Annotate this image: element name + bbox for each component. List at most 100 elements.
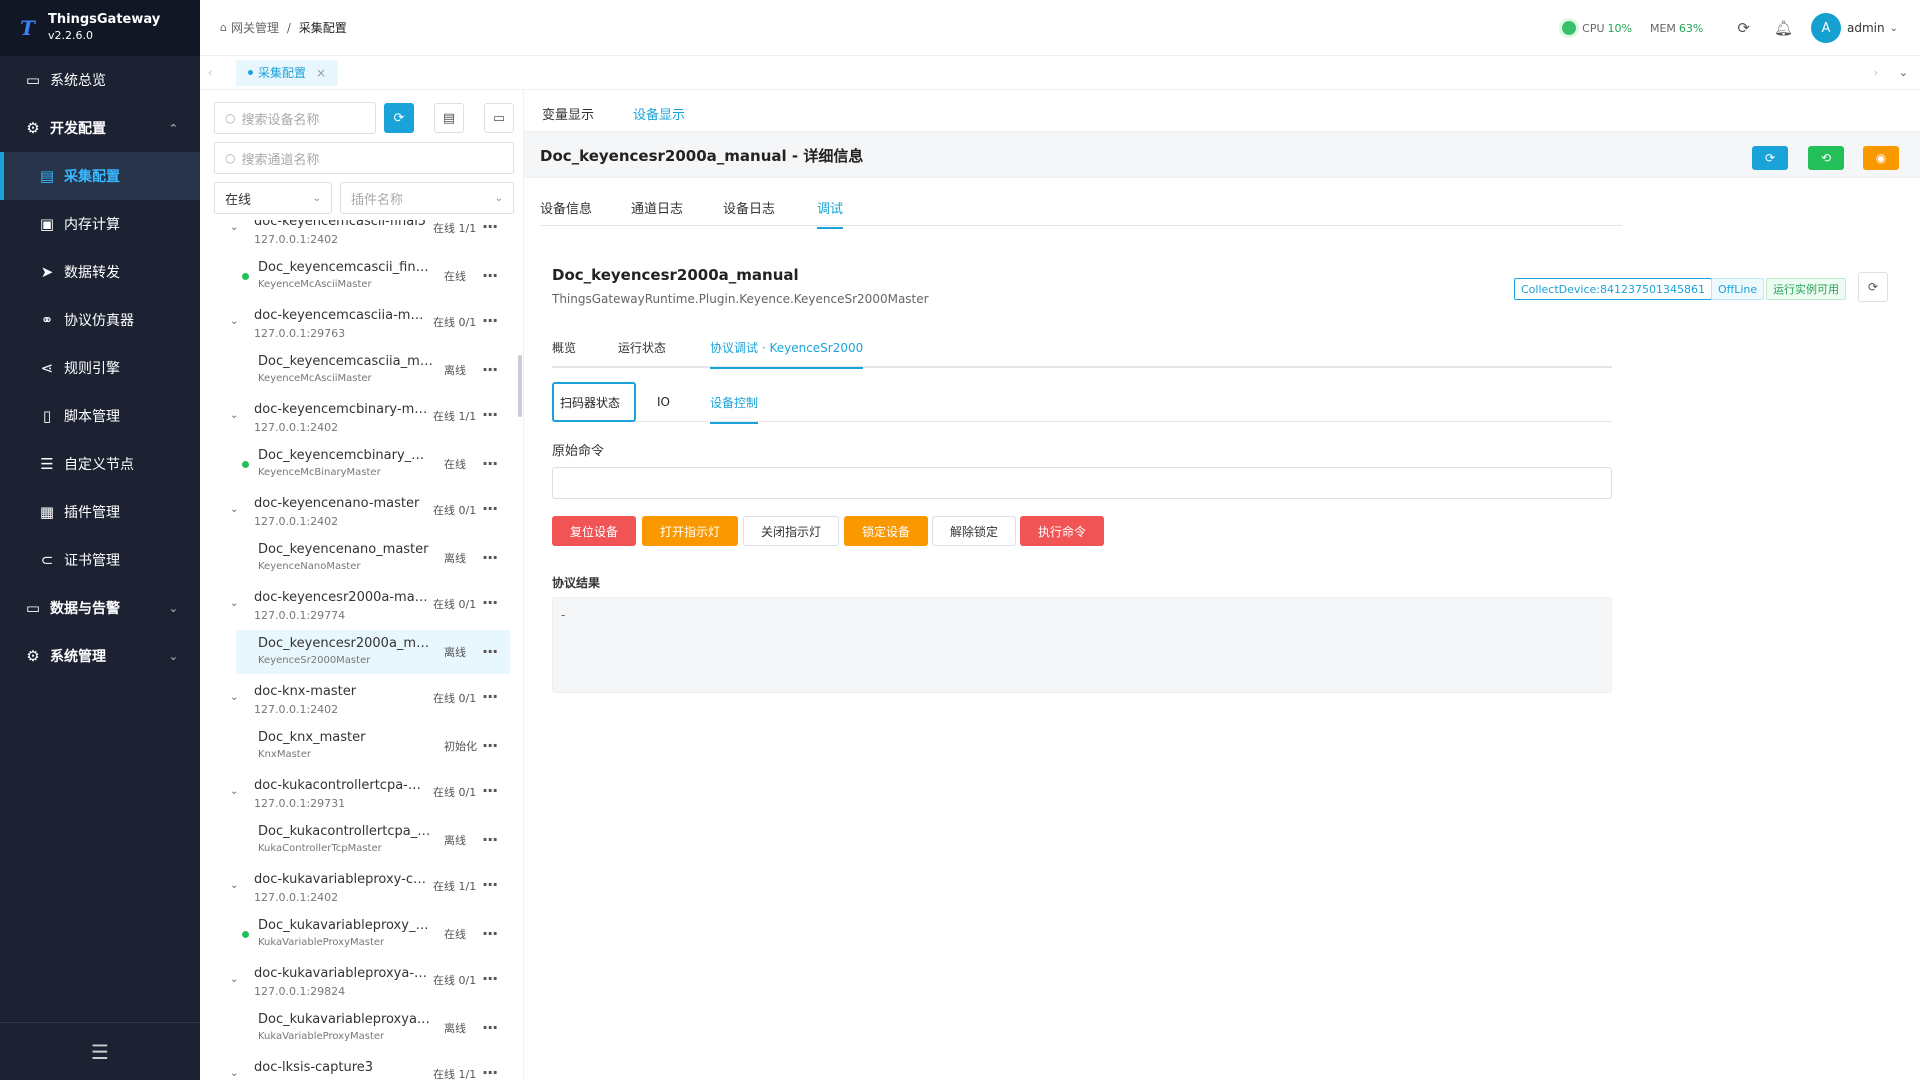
sidebar-item-12[interactable]: ⚙ 系统管理 ⌄ xyxy=(0,632,200,680)
sidebar-item-3[interactable]: ▣ 内存计算 xyxy=(0,200,200,248)
chevron-down-icon[interactable]: ⌄ xyxy=(230,222,238,233)
refresh-button[interactable]: ⟳ xyxy=(1752,146,1788,170)
more-icon[interactable]: ··· xyxy=(482,832,498,848)
more-icon[interactable]: ··· xyxy=(482,1065,498,1080)
chevron-down-icon[interactable]: ⌄ xyxy=(230,598,238,609)
light-on-button[interactable]: 打开指示灯 xyxy=(642,516,738,546)
tree-group[interactable]: ⌄ doc-keyencemcascii-final5 127.0.0.1:2402… xyxy=(200,220,514,254)
tab-device-control[interactable]: 设备控制 xyxy=(710,382,759,424)
sidebar-item-10[interactable]: ⊂ 证书管理 xyxy=(0,536,200,584)
tree-group[interactable]: ⌄ doc-kukacontrollertcpa-manual 127.0.0.1:… xyxy=(200,778,514,818)
more-icon[interactable]: ··· xyxy=(482,501,498,517)
sidebar-item-9[interactable]: ▦ 插件管理 xyxy=(0,488,200,536)
chevron-down-icon[interactable]: ⌄ xyxy=(230,786,238,797)
tab-device-log[interactable]: 设备日志 xyxy=(723,198,775,217)
chevron-down-icon[interactable]: ⌄ xyxy=(1890,23,1898,34)
chevron-down-icon[interactable]: ⌄ xyxy=(230,1068,238,1079)
more-icon[interactable]: ··· xyxy=(482,268,498,284)
search-device-input[interactable]: ○ 搜索设备名称 xyxy=(214,102,376,134)
light-off-button[interactable]: 关闭指示灯 xyxy=(743,516,839,546)
pause-button[interactable]: ◉ xyxy=(1863,146,1899,170)
tree-device[interactable]: Doc_keyencesr2000a_manual KeyenceSr2000Ma… xyxy=(236,630,510,674)
more-icon[interactable]: ··· xyxy=(482,644,498,660)
tree-scrollbar[interactable] xyxy=(518,355,522,417)
tree-device[interactable]: Doc_kukavariableproxy_capture KukaVariabl… xyxy=(200,912,514,956)
chevron-down-icon[interactable]: ⌄ xyxy=(230,316,238,327)
chevron-down-icon[interactable]: ⌄ xyxy=(230,880,238,891)
chevron-down-icon[interactable]: ⌄ xyxy=(230,974,238,985)
page-tab-active[interactable]: 采集配置 × xyxy=(236,59,339,86)
collapse-menu-icon[interactable]: ☰ xyxy=(0,1022,200,1080)
tree-group[interactable]: ⌄ doc-lksis-capture3 在线 1/1 ··· xyxy=(200,1060,514,1080)
more-icon[interactable]: ··· xyxy=(482,689,498,705)
tab-overview[interactable]: 概览 xyxy=(552,339,576,356)
refresh-device-button[interactable]: ⟳ xyxy=(1858,272,1888,302)
tree-group[interactable]: ⌄ doc-keyencemcbinary-master 127.0.0.1:240… xyxy=(200,402,514,442)
tree-group[interactable]: ⌄ doc-keyencenano-master 127.0.0.1:2402 在线 … xyxy=(200,496,514,536)
more-icon[interactable]: ··· xyxy=(482,456,498,472)
more-icon[interactable]: ··· xyxy=(482,362,498,378)
tree-group[interactable]: ⌄ doc-keyencesr2000a-manual 127.0.0.1:2977… xyxy=(200,590,514,630)
tree-device[interactable]: Doc_keyencemcbinary_master KeyenceMcBinar… xyxy=(200,442,514,486)
chevron-down-icon[interactable]: ⌄ xyxy=(230,504,238,515)
monitor-button[interactable]: ▭ xyxy=(484,103,514,133)
tab-scanner-status[interactable]: 扫码器状态 xyxy=(552,382,636,422)
refresh-icon[interactable]: ⟳ xyxy=(1737,19,1750,37)
plugin-select[interactable]: 插件名称 ⌄ xyxy=(340,182,514,214)
lock-device-button[interactable]: 锁定设备 xyxy=(844,516,928,546)
tab-scroll-left-icon[interactable]: ‹ xyxy=(208,66,212,79)
brand[interactable]: T ThingsGateway v2.2.6.0 xyxy=(0,0,200,56)
more-icon[interactable]: ··· xyxy=(482,407,498,423)
breadcrumb-home[interactable]: 网关管理 xyxy=(231,21,279,35)
search-channel-input[interactable]: ○ 搜索通道名称 xyxy=(214,142,514,174)
more-icon[interactable]: ··· xyxy=(482,313,498,329)
tab-debug[interactable]: 调试 xyxy=(817,198,844,229)
tab-io[interactable]: IO xyxy=(657,382,670,422)
tree-device[interactable]: Doc_keyencemcascii_final5 KeyenceMcAsciiM… xyxy=(200,254,514,298)
status-select[interactable]: 在线 ⌄ xyxy=(214,182,332,214)
more-icon[interactable]: ··· xyxy=(482,877,498,893)
tab-device-info[interactable]: 设备信息 xyxy=(540,198,592,217)
bell-icon[interactable]: 🔔︎ xyxy=(1774,19,1793,37)
tab-channel-log[interactable]: 通道日志 xyxy=(631,198,683,217)
tree-device[interactable]: Doc_kukavariableproxya_manual KukaVariabl… xyxy=(200,1006,514,1050)
avatar[interactable]: A xyxy=(1811,13,1841,43)
tree-group[interactable]: ⌄ doc-knx-master 127.0.0.1:2402 在线 0/1 ··· xyxy=(200,684,514,724)
chevron-down-icon[interactable]: ⌄ xyxy=(230,410,238,421)
raw-command-input[interactable] xyxy=(552,467,1612,499)
more-icon[interactable]: ··· xyxy=(482,738,498,754)
sidebar-item-6[interactable]: ⋖ 规则引擎 xyxy=(0,344,200,392)
tab-runtime-status[interactable]: 运行状态 xyxy=(618,339,666,356)
tab-variables[interactable]: 变量显示 xyxy=(542,104,594,123)
export-button[interactable]: ▤ xyxy=(434,103,464,133)
sidebar-item-5[interactable]: ⚭ 协议仿真器 xyxy=(0,296,200,344)
close-icon[interactable]: × xyxy=(316,66,326,80)
chevron-down-icon[interactable]: ⌄ xyxy=(230,692,238,703)
tab-menu-chevron-icon[interactable]: ⌄ xyxy=(1899,66,1908,79)
refresh-tree-button[interactable]: ⟳ xyxy=(384,103,414,133)
tree-device[interactable]: Doc_kukacontrollertcpa_manual KukaControl… xyxy=(200,818,514,862)
execute-command-button[interactable]: 执行命令 xyxy=(1020,516,1104,546)
user-name[interactable]: admin xyxy=(1847,21,1885,35)
tree-group[interactable]: ⌄ doc-kukavariableproxya-manual 127.0.0.1:… xyxy=(200,966,514,1006)
more-icon[interactable]: ··· xyxy=(482,220,498,235)
sidebar-item-1[interactable]: ⚙ 开发配置 ⌃ xyxy=(0,104,200,152)
tree-device[interactable]: Doc_keyencemcasciia_manual KeyenceMcAscii… xyxy=(200,348,514,392)
unlock-device-button[interactable]: 解除锁定 xyxy=(932,516,1016,546)
more-icon[interactable]: ··· xyxy=(482,550,498,566)
restart-button[interactable]: ⟲ xyxy=(1808,146,1844,170)
sidebar-item-0[interactable]: ▭ 系统总览 xyxy=(0,56,200,104)
sidebar-item-7[interactable]: ▯ 脚本管理 xyxy=(0,392,200,440)
more-icon[interactable]: ··· xyxy=(482,595,498,611)
more-icon[interactable]: ··· xyxy=(482,926,498,942)
reset-device-button[interactable]: 复位设备 xyxy=(552,516,636,546)
tree-device[interactable]: Doc_knx_master KnxMaster 初始化 ··· xyxy=(200,724,514,768)
sidebar-item-8[interactable]: ☰ 自定义节点 xyxy=(0,440,200,488)
tab-scroll-right-icon[interactable]: › xyxy=(1874,66,1878,79)
more-icon[interactable]: ··· xyxy=(482,783,498,799)
sidebar-item-11[interactable]: ▭ 数据与告警 ⌄ xyxy=(0,584,200,632)
tree-device[interactable]: Doc_keyencenano_master KeyenceNanoMaster 离… xyxy=(200,536,514,580)
tree-group[interactable]: ⌄ doc-kukavariableproxy-capture 127.0.0.1:… xyxy=(200,872,514,912)
sidebar-item-4[interactable]: ➤ 数据转发 xyxy=(0,248,200,296)
more-icon[interactable]: ··· xyxy=(482,1020,498,1036)
